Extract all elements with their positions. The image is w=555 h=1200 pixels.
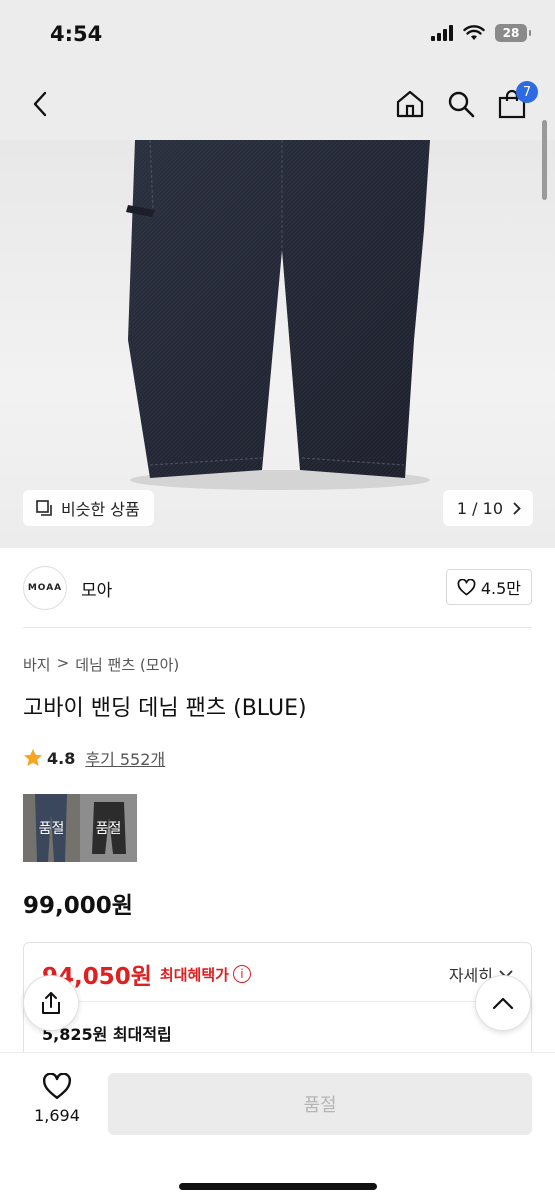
max-benefit-label: 최대혜택가 [159, 965, 229, 984]
chevron-left-icon [33, 91, 47, 117]
option-thumbnail-blue[interactable]: 품절 [23, 794, 80, 862]
rating-value: 4.8 [47, 748, 76, 768]
status-bar: 4:54 28 [0, 0, 555, 70]
chevron-up-icon [492, 997, 514, 1009]
scroll-to-top-button[interactable] [475, 975, 531, 1031]
star-icon [24, 749, 42, 766]
divider [42, 1001, 513, 1002]
home-button[interactable] [390, 84, 430, 124]
breadcrumb-separator-icon: > [56, 654, 70, 672]
info-icon[interactable]: i [232, 965, 251, 983]
product-title: 고바이 밴딩 데님 팬츠 (BLUE) [23, 696, 307, 721]
similar-products-button[interactable]: 비슷한 상품 [23, 490, 154, 526]
option-soldout-label: 품절 [95, 821, 122, 837]
scroll-indicator[interactable] [542, 120, 547, 200]
status-time: 4:54 [50, 22, 103, 46]
similar-items-icon [36, 500, 52, 516]
brand-logo[interactable]: MOAA [23, 566, 67, 610]
soldout-purchase-button[interactable]: 품절 [108, 1073, 532, 1135]
brand-name[interactable]: 모아 [81, 576, 112, 601]
option-thumbnail-black[interactable]: 품절 [80, 794, 137, 862]
search-icon [448, 91, 475, 118]
bottom-action-bar: 1,694 품절 [0, 1052, 555, 1200]
rating-row: 4.8 후기 552개 [23, 746, 165, 770]
benefit-box: 94,050원 최대혜택가 i 자세히 5,825원 최대적립 [23, 942, 532, 1062]
similar-products-label: 비슷한 상품 [61, 500, 140, 519]
breadcrumb-item[interactable]: 바지 [23, 654, 51, 675]
wishlist-button[interactable]: 1,694 [26, 1073, 88, 1125]
back-button[interactable] [20, 84, 60, 124]
wifi-icon [463, 25, 485, 40]
option-soldout-label: 품절 [38, 821, 65, 837]
review-count-link[interactable]: 후기 552개 [85, 746, 165, 770]
heart-icon [457, 578, 476, 595]
nav-header: 7 [0, 70, 555, 140]
original-price: 99,000원 [23, 893, 133, 919]
product-image-gallery[interactable] [0, 140, 555, 548]
benefit-price-row: 94,050원 최대혜택가 i 자세히 [42, 957, 513, 991]
product-image [126, 140, 430, 490]
cart-count-badge: 7 [516, 81, 538, 103]
home-icon [396, 90, 424, 118]
brand-row: MOAA 모아 4.5만 [23, 560, 532, 616]
brand-like-button[interactable]: 4.5만 [445, 569, 532, 605]
wishlist-count: 1,694 [34, 1106, 80, 1125]
chevron-right-icon [513, 502, 521, 514]
breadcrumb-item[interactable]: 데님 팬츠 (모아) [75, 654, 179, 675]
battery-icon: 28 [495, 24, 531, 42]
image-counter-text: 1 / 10 [456, 498, 503, 518]
heart-icon [43, 1073, 71, 1099]
home-indicator [179, 1183, 377, 1190]
search-button[interactable] [441, 84, 481, 124]
divider [23, 627, 532, 628]
image-counter-button[interactable]: 1 / 10 [442, 490, 533, 526]
color-options: 품절 품절 [23, 794, 137, 862]
cart-button[interactable]: 7 [492, 81, 538, 124]
breadcrumb: 바지 > 데님 팬츠 (모아) [23, 654, 179, 675]
brand-like-count: 4.5만 [480, 579, 521, 598]
status-icons: 28 [431, 24, 531, 42]
share-icon [42, 992, 60, 1014]
share-button[interactable] [23, 975, 79, 1031]
signal-icon [431, 25, 453, 41]
